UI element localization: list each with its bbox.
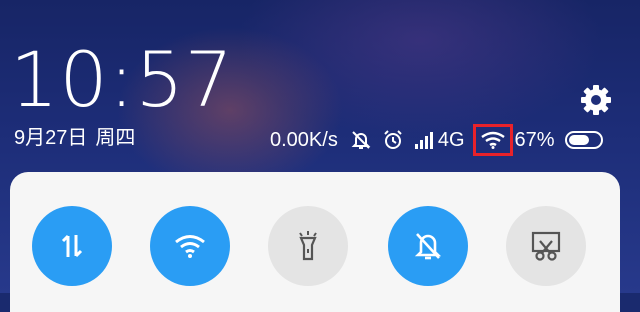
bell-off-icon [414, 233, 442, 260]
date-line: 9月27日 周四 [14, 126, 143, 150]
date-label: 9月27日 [14, 127, 88, 149]
flashlight-toggle[interactable] [268, 206, 348, 286]
clock-time: 10:57 [10, 35, 235, 124]
wifi-status-highlight [472, 124, 513, 156]
screenshot-icon [531, 231, 561, 261]
weekday-label: 周四 [95, 127, 136, 149]
battery-percent: 67% [514, 128, 555, 151]
data-arrows-icon [61, 234, 83, 258]
battery-icon [564, 131, 603, 149]
silent-toggle[interactable] [388, 206, 468, 286]
signal-icon [414, 131, 434, 149]
network-type: 4G [437, 128, 465, 151]
alarm-icon [382, 129, 404, 151]
settings-gear-icon[interactable] [578, 82, 614, 118]
notifications-muted-icon [350, 129, 372, 151]
flashlight-icon [299, 231, 317, 261]
status-bar: 0.00K/s 4G 67% [270, 124, 603, 156]
net-speed: 0.00K/s [270, 128, 338, 151]
wifi-icon [175, 235, 205, 258]
battery-level-fill [568, 135, 589, 145]
wifi-toggle[interactable] [150, 206, 230, 286]
screenshot-toggle[interactable] [506, 206, 586, 286]
mobile-data-toggle[interactable] [32, 206, 112, 286]
wifi-icon [480, 131, 505, 149]
